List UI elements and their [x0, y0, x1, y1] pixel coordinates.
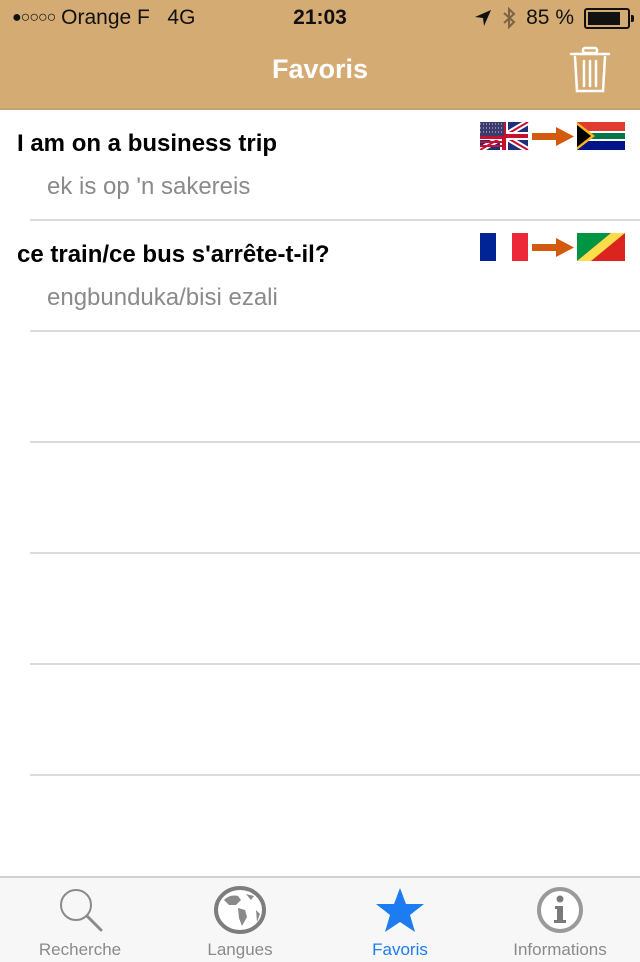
globe-icon: [214, 886, 266, 934]
tab-bar: Recherche Langues Favoris Informations: [0, 876, 640, 962]
battery-icon: [584, 7, 634, 29]
tab-favoris[interactable]: Favoris: [320, 878, 480, 962]
empty-row: [0, 776, 640, 887]
favorite-item[interactable]: I am on a business trip ek is op 'n sake…: [0, 110, 640, 221]
empty-row: [0, 443, 640, 554]
flag-uk-us-icon: [480, 122, 530, 150]
trash-icon[interactable]: [568, 46, 612, 94]
tab-label: Favoris: [372, 940, 428, 959]
translated-phrase: ek is op 'n sakereis: [47, 173, 251, 200]
location-arrow-icon: [475, 10, 492, 26]
battery-percentage: 85 %: [526, 6, 574, 29]
tab-recherche[interactable]: Recherche: [0, 878, 160, 962]
arrow-right-icon: [532, 238, 574, 257]
navigation-bar: ●○○○○ Orange F 4G 21:03 85 % Favoris: [0, 0, 640, 110]
empty-row: [0, 554, 640, 665]
tab-langues[interactable]: Langues: [160, 878, 320, 962]
search-icon: [60, 889, 103, 932]
star-icon: [376, 888, 424, 932]
translated-phrase: engbunduka/bisi ezali: [47, 284, 278, 311]
tab-informations[interactable]: Informations: [480, 878, 640, 962]
battery-level: [588, 11, 620, 25]
tab-label: Langues: [207, 940, 273, 959]
flag-france-icon: [480, 233, 528, 261]
status-bar: ●○○○○ Orange F 4G 21:03 85 %: [0, 0, 640, 36]
tab-label: Informations: [513, 940, 607, 959]
favorites-list: I am on a business trip ek is op 'n sake…: [0, 110, 640, 887]
source-phrase: ce train/ce bus s'arrête-t-il?: [17, 241, 330, 268]
empty-row: [0, 665, 640, 776]
tab-label: Recherche: [38, 940, 122, 959]
empty-row: [0, 332, 640, 443]
bluetooth-icon: [503, 7, 516, 29]
favorite-item[interactable]: ce train/ce bus s'arrête-t-il? engbunduk…: [0, 221, 640, 332]
language-pair: [480, 233, 625, 261]
flag-congo-icon: [577, 233, 625, 261]
info-icon: [537, 887, 583, 933]
page-title: Favoris: [271, 54, 369, 84]
flag-south-africa-icon: [577, 122, 625, 150]
arrow-right-icon: [532, 127, 574, 146]
language-pair: [480, 122, 625, 150]
source-phrase: I am on a business trip: [17, 130, 278, 157]
